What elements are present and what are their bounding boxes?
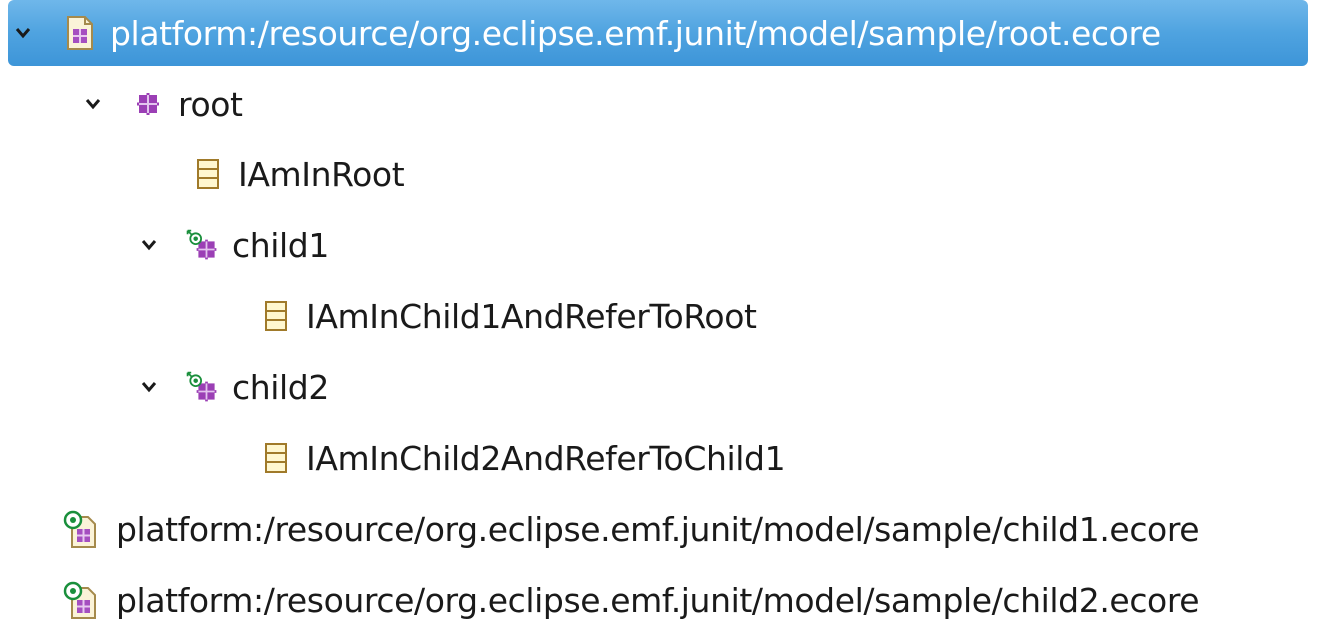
tree-item-label: root: [178, 84, 243, 124]
tree-item-label: platform:/resource/org.eclipse.emf.junit…: [116, 509, 1200, 549]
tree-item-child2-package[interactable]: child2: [134, 354, 329, 420]
linked-ecore-resource-icon: [60, 509, 104, 549]
ecore-resource-icon: [62, 13, 98, 53]
eclass-icon: [190, 154, 226, 194]
tree-item-iaminchild1[interactable]: IAmInChild1AndReferToRoot: [258, 283, 757, 349]
tree-view[interactable]: platform:/resource/org.eclipse.emf.junit…: [0, 0, 1321, 621]
eclass-icon: [258, 296, 294, 336]
chevron-down-icon[interactable]: [134, 230, 164, 260]
tree-item-root-package[interactable]: root: [78, 71, 243, 137]
linked-ecore-resource-icon: [60, 580, 104, 620]
chevron-down-icon[interactable]: [134, 372, 164, 402]
tree-item-root-resource[interactable]: platform:/resource/org.eclipse.emf.junit…: [8, 0, 1308, 66]
referenced-epackage-icon: [184, 367, 220, 407]
epackage-icon: [130, 84, 166, 124]
eclass-icon: [258, 438, 294, 478]
chevron-down-icon[interactable]: [8, 18, 38, 48]
referenced-epackage-icon: [184, 225, 220, 265]
tree-item-label: platform:/resource/org.eclipse.emf.junit…: [116, 580, 1200, 620]
tree-item-label: IAmInRoot: [238, 154, 405, 194]
chevron-down-icon[interactable]: [78, 89, 108, 119]
tree-item-label: platform:/resource/org.eclipse.emf.junit…: [110, 13, 1161, 53]
tree-item-label: IAmInChild2AndReferToChild1: [306, 438, 786, 478]
tree-item-child1-package[interactable]: child1: [134, 212, 329, 278]
tree-item-label: IAmInChild1AndReferToRoot: [306, 296, 757, 336]
tree-item-iaminchild2[interactable]: IAmInChild2AndReferToChild1: [258, 425, 786, 491]
tree-item-iaminroot[interactable]: IAmInRoot: [190, 141, 405, 207]
tree-item-label: child2: [232, 367, 329, 407]
tree-item-label: child1: [232, 225, 329, 265]
tree-item-child2-resource[interactable]: platform:/resource/org.eclipse.emf.junit…: [60, 567, 1200, 621]
tree-item-child1-resource[interactable]: platform:/resource/org.eclipse.emf.junit…: [60, 496, 1200, 562]
